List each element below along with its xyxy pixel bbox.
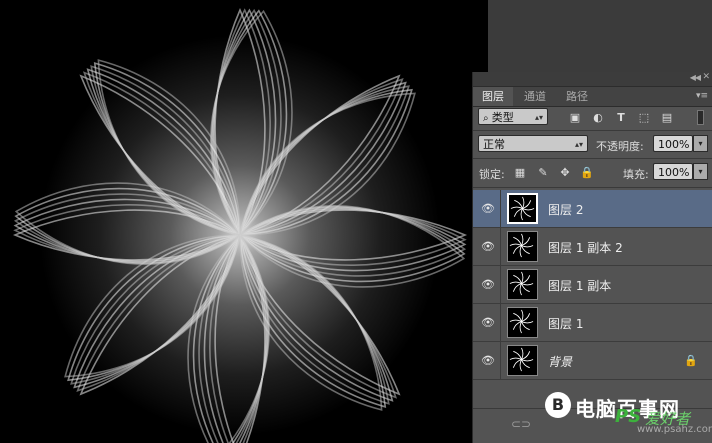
lock-row: 锁定: ▦ ✎ ✥ 🔒 填充: 100% ▾ [473, 162, 712, 184]
filter-kind-select[interactable]: ⌕ 类型 ▴▾ [478, 108, 548, 125]
divider [473, 130, 712, 131]
eye-icon[interactable]: 👁 [481, 240, 495, 254]
lock-position-icon[interactable]: ✥ [558, 166, 572, 180]
divider [473, 187, 712, 188]
layer-row[interactable]: 👁 图层 2 [473, 190, 712, 228]
lock-label: 锁定: [479, 168, 505, 181]
visibility-toggle[interactable]: 👁 [473, 342, 501, 380]
tab-channels[interactable]: 通道 [513, 87, 557, 106]
star-petal [76, 234, 241, 392]
star-petal [239, 234, 397, 399]
lock-icon: 🔒 [684, 354, 698, 367]
layer-name[interactable]: 图层 1 [548, 315, 583, 332]
panel-menu-icon[interactable]: ▾≡ [696, 91, 708, 101]
watermark-url: www.psahz.com [637, 424, 712, 435]
layer-thumbnail[interactable] [507, 307, 538, 338]
opacity-input[interactable]: 100% [653, 135, 693, 152]
layer-row[interactable]: 👁 图层 1 副本 [473, 266, 712, 304]
document-canvas[interactable] [0, 0, 488, 443]
divider [473, 158, 712, 159]
watermark: B 电脑百事网 PS 爱好者 www.psahz.com [545, 390, 712, 442]
fill-input[interactable]: 100% [653, 163, 693, 180]
adjustment-filter-icon[interactable]: ◐ [591, 111, 605, 125]
watermark-logo: B [545, 392, 571, 418]
layer-row[interactable]: 👁 图层 1 副本 2 [473, 228, 712, 266]
layer-thumbnail[interactable] [507, 231, 538, 262]
fill-dropdown-button[interactable]: ▾ [693, 163, 708, 180]
visibility-toggle[interactable]: 👁 [473, 266, 501, 304]
layer-row[interactable]: 👁 背景 🔒 [473, 342, 712, 380]
layer-thumbnail[interactable] [507, 193, 538, 224]
opacity-label: 不透明度: [596, 140, 644, 153]
eye-icon[interactable]: 👁 [481, 316, 495, 330]
lock-all-icon[interactable]: 🔒 [580, 166, 594, 180]
image-filter-icon[interactable]: ▣ [568, 111, 582, 125]
fill-label: 填充: [623, 168, 649, 181]
layer-name[interactable]: 图层 1 副本 2 [548, 239, 623, 256]
layer-name[interactable]: 图层 2 [548, 201, 583, 218]
eye-icon[interactable]: 👁 [481, 278, 495, 292]
search-icon: ⌕ [483, 113, 492, 124]
link-layers-icon[interactable]: ⊂⊃ [511, 417, 531, 431]
opacity-dropdown-button[interactable]: ▾ [693, 135, 708, 152]
visibility-toggle[interactable]: 👁 [473, 228, 501, 266]
eye-icon[interactable]: 👁 [481, 354, 495, 368]
tab-paths[interactable]: 路径 [557, 87, 597, 106]
visibility-toggle[interactable]: 👁 [473, 304, 501, 342]
lock-transparent-pixels-icon[interactable]: ▦ [513, 166, 527, 180]
layer-row[interactable]: 👁 图层 1 [473, 304, 712, 342]
eye-icon[interactable]: 👁 [481, 202, 495, 216]
tab-layers[interactable]: 图层 [473, 87, 513, 106]
blend-row: 正常 ▴▾ 不透明度: 100% ▾ [473, 134, 712, 156]
panel-title-bar[interactable]: ◀◀ ✕ [473, 72, 712, 87]
filter-toggle[interactable] [697, 110, 704, 125]
blend-mode-value: 正常 [483, 138, 505, 151]
layer-thumbnail[interactable] [507, 269, 538, 300]
type-filter-icon[interactable]: T [614, 111, 628, 125]
smart-object-filter-icon[interactable]: ▤ [660, 111, 674, 125]
filter-kind-label: 类型 [491, 111, 514, 124]
filter-row: ⌕ 类型 ▴▾ ▣ ◐ T ⬚ ▤ [473, 107, 712, 129]
star-petal [239, 78, 404, 236]
shape-filter-icon[interactable]: ⬚ [637, 111, 651, 125]
collapse-icon[interactable]: ◀◀ [690, 73, 701, 82]
layer-name[interactable]: 图层 1 副本 [548, 277, 611, 294]
panel-tabs: 图层 通道 路径 ▾≡ [473, 87, 712, 107]
visibility-toggle[interactable]: 👁 [473, 190, 501, 228]
layer-thumbnail[interactable] [507, 345, 538, 376]
chevron-updown-icon: ▴▾ [574, 140, 583, 149]
close-icon[interactable]: ✕ [702, 72, 710, 82]
blend-mode-select[interactable]: 正常 ▴▾ [478, 135, 588, 152]
star-petal [83, 71, 241, 236]
star-artwork [12, 7, 468, 443]
chevron-updown-icon: ▴▾ [534, 113, 543, 122]
layer-name[interactable]: 背景 [548, 353, 572, 370]
lock-image-pixels-icon[interactable]: ✎ [536, 166, 550, 180]
layers-panel: ◀◀ ✕ 图层 通道 路径 ▾≡ ⌕ 类型 ▴▾ ▣ ◐ T ⬚ ▤ 正常 ▴▾… [472, 72, 712, 443]
